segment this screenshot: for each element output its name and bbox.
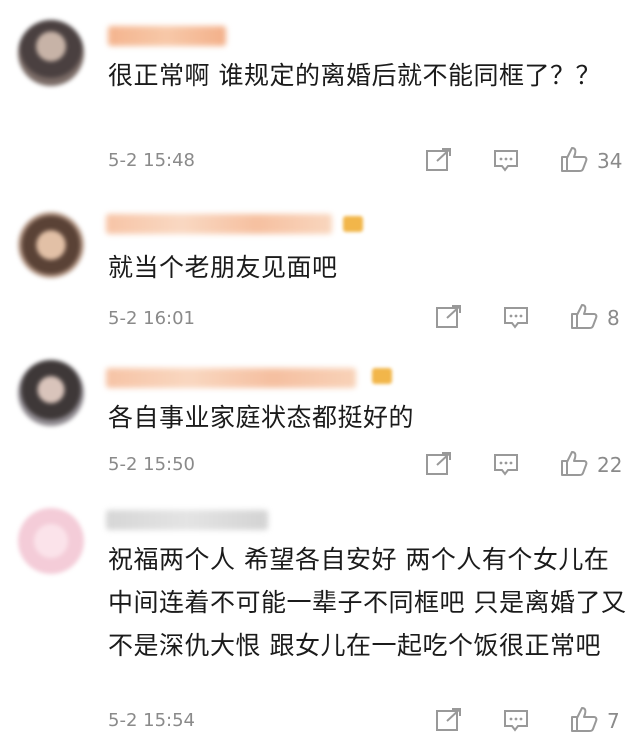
comment-text: 各自事业家庭状态都挺好的 bbox=[108, 403, 415, 432]
share-icon[interactable] bbox=[433, 706, 463, 734]
comment-item: 各自事业家庭状态都挺好的 5-2 15:50 22 bbox=[0, 340, 640, 490]
comment-time: 5-2 16:01 bbox=[108, 308, 195, 329]
username-blurred[interactable] bbox=[106, 510, 268, 530]
comment-time: 5-2 15:48 bbox=[108, 150, 195, 171]
thumbs-up-icon[interactable] bbox=[569, 705, 599, 733]
username-blurred[interactable] bbox=[108, 26, 226, 46]
user-badge bbox=[372, 368, 392, 384]
thumbs-up-icon[interactable] bbox=[559, 449, 589, 477]
like-count: 8 bbox=[607, 306, 620, 330]
avatar[interactable] bbox=[18, 212, 84, 278]
like-count: 22 bbox=[597, 453, 623, 477]
user-badge bbox=[343, 216, 363, 232]
thumbs-up-icon[interactable] bbox=[559, 145, 589, 173]
comment-icon[interactable] bbox=[501, 303, 531, 331]
avatar[interactable] bbox=[18, 360, 84, 426]
avatar[interactable] bbox=[18, 20, 84, 86]
comment-text: 很正常啊 谁规定的离婚后就不能同框了？？ bbox=[108, 61, 601, 90]
comment-item: 很正常啊 谁规定的离婚后就不能同框了？？ 5-2 15:48 34 bbox=[0, 0, 640, 190]
comment-text: 祝福两个人 希望各自安好 两个人有个女儿在中间连着不可能一辈子不同框吧 只是离婚… bbox=[108, 545, 627, 660]
username-blurred[interactable] bbox=[106, 368, 356, 388]
comment-item: 就当个老朋友见面吧 5-2 16:01 8 bbox=[0, 190, 640, 340]
avatar[interactable] bbox=[18, 508, 84, 574]
comment-text: 就当个老朋友见面吧 bbox=[108, 253, 338, 282]
share-icon[interactable] bbox=[423, 146, 453, 174]
comment-time: 5-2 15:54 bbox=[108, 710, 195, 731]
comment-icon[interactable] bbox=[491, 450, 521, 478]
username-blurred[interactable] bbox=[106, 214, 332, 234]
comment-icon[interactable] bbox=[491, 146, 521, 174]
thumbs-up-icon[interactable] bbox=[569, 302, 599, 330]
comment-item: 祝福两个人 希望各自安好 两个人有个女儿在中间连着不可能一辈子不同框吧 只是离婚… bbox=[0, 490, 640, 747]
share-icon[interactable] bbox=[423, 450, 453, 478]
like-count: 34 bbox=[597, 149, 623, 173]
like-count: 7 bbox=[607, 709, 620, 733]
comment-icon[interactable] bbox=[501, 706, 531, 734]
comment-time: 5-2 15:50 bbox=[108, 454, 195, 475]
share-icon[interactable] bbox=[433, 303, 463, 331]
